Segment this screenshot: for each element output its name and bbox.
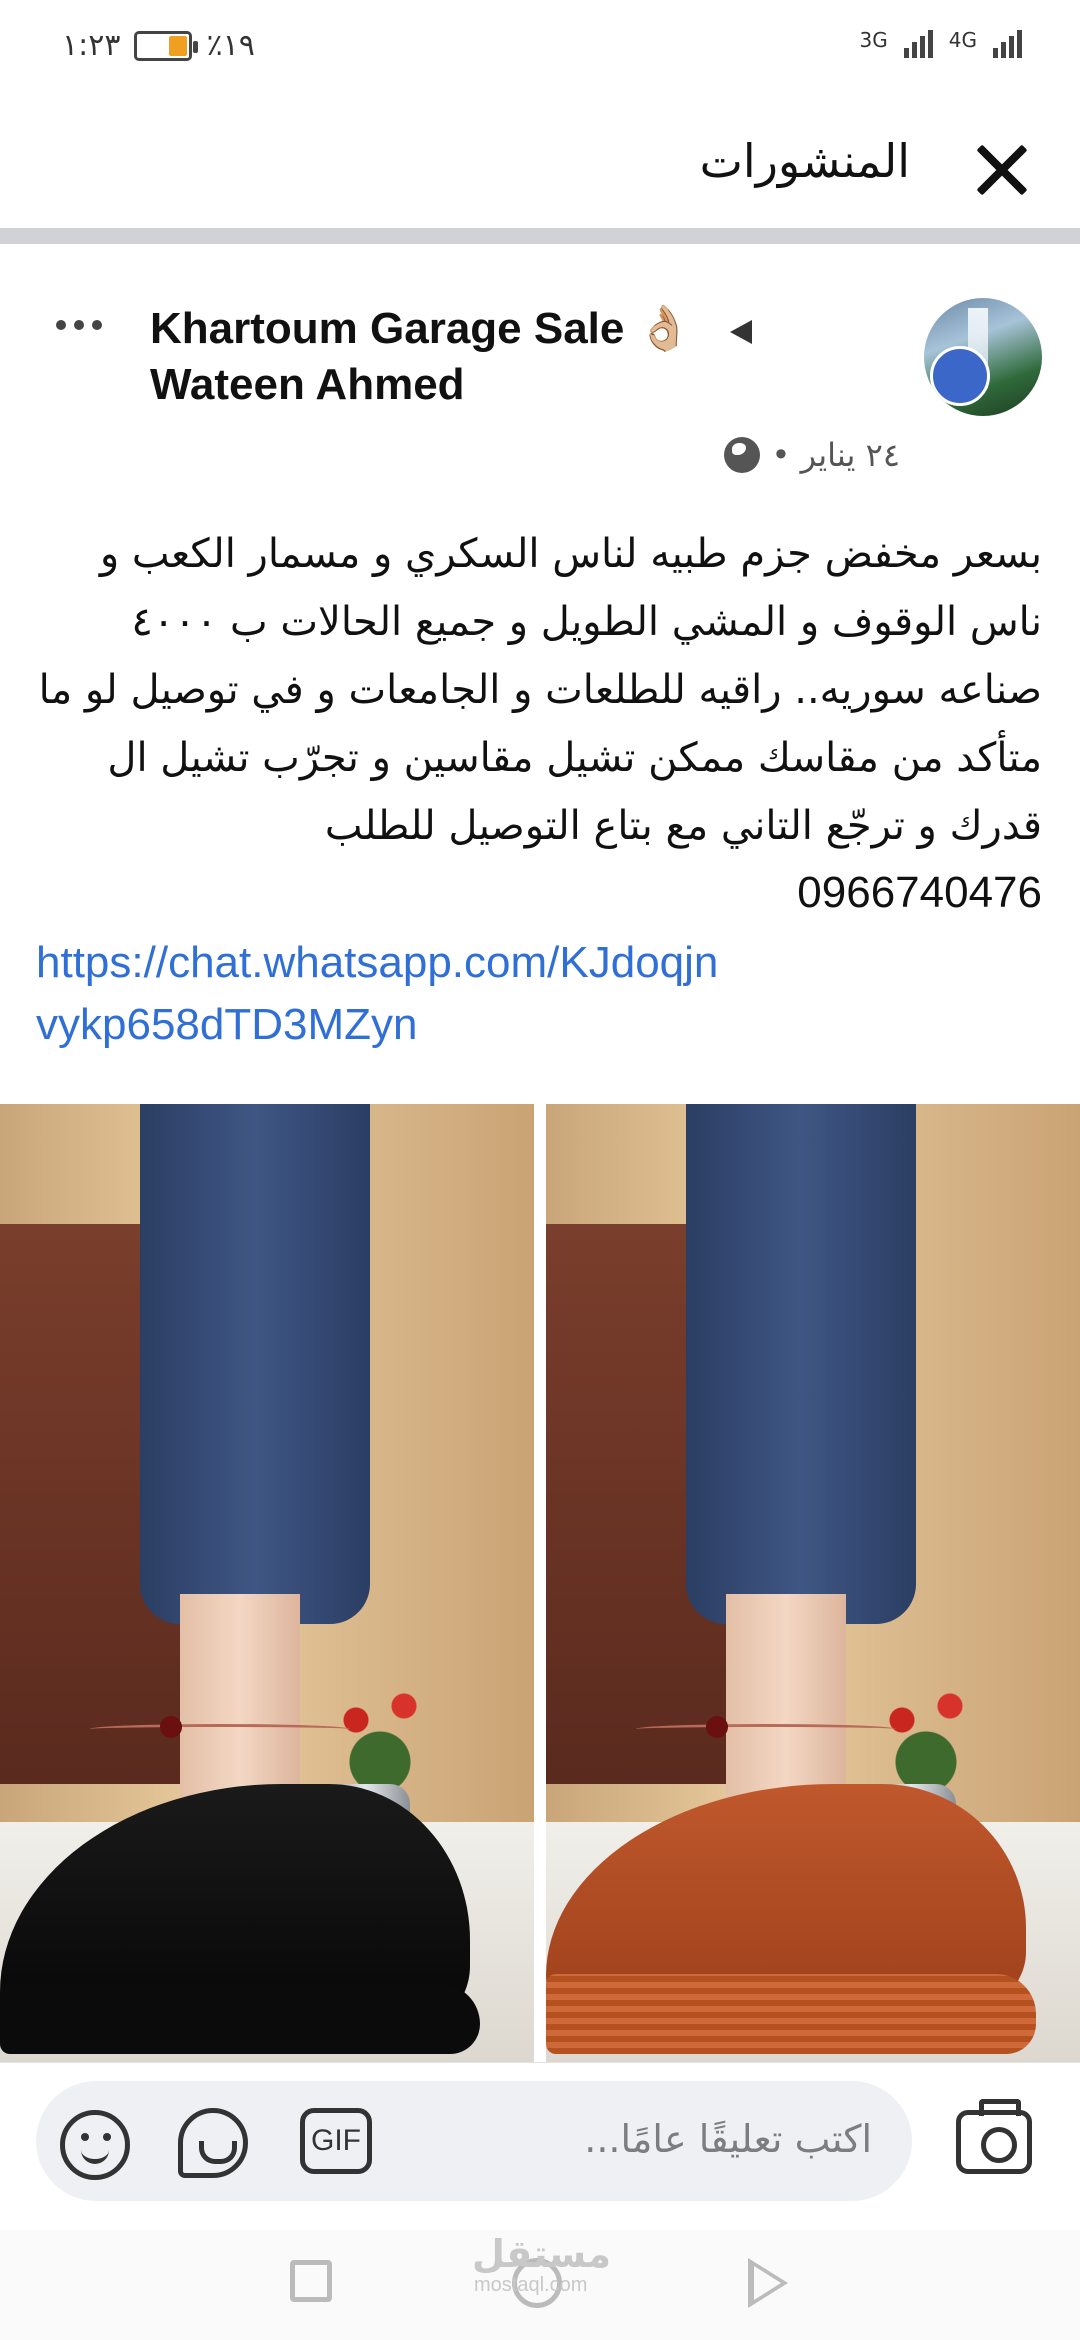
comment-input-container[interactable]: اكتب تعليقًا عامًا... [36, 2081, 912, 2201]
comment-bar: اكتب تعليقًا عامًا... [0, 2062, 1080, 2230]
back-button[interactable] [748, 2258, 788, 2308]
more-options-icon[interactable] [56, 320, 102, 330]
recent-apps-button[interactable] [290, 2260, 332, 2302]
caret-left-icon [730, 320, 752, 344]
status-left: ١:٢٣ ٪١٩ [62, 28, 255, 63]
status-bar: ١:٢٣ ٪١٩ 3G 4G [0, 0, 1080, 92]
network-4g: 4G [948, 28, 977, 52]
close-icon[interactable] [972, 142, 1028, 198]
post-phone[interactable]: 0966740476 [797, 868, 1042, 918]
gif-icon[interactable]: GIF [300, 2108, 372, 2174]
post-photo-orange-shoe[interactable] [546, 1104, 1080, 2062]
sticker-icon[interactable] [178, 2108, 248, 2178]
clock: ١:٢٣ [62, 28, 121, 63]
page-title: المنشورات [699, 134, 910, 188]
post-text: بسعر مخفض جزم طبيه لناس السكري و مسمار ا… [38, 531, 1042, 849]
globe-icon [723, 437, 760, 473]
group-name[interactable]: Khartoum Garage Sale 👌🏼 [150, 302, 691, 354]
watermark-sub: mostaql.com [474, 2274, 588, 2296]
post-date[interactable]: ٢٤ يناير • [772, 436, 900, 474]
post-link[interactable]: https://chat.whatsapp.com/KJdoqjnvykp658… [36, 932, 736, 1056]
camera-icon[interactable] [956, 2099, 1032, 2174]
comment-input[interactable]: اكتب تعليقًا عامًا... [584, 2117, 872, 2161]
avatar[interactable] [924, 298, 1042, 416]
battery-icon [134, 30, 199, 61]
post-meta: ٢٤ يناير • [723, 436, 900, 474]
emoji-icon[interactable] [60, 2110, 130, 2180]
author-name[interactable]: Wateen Ahmed [150, 360, 465, 410]
signal-icon [903, 22, 933, 58]
top-header: المنشورات [0, 92, 1080, 244]
post-photo-black-shoe[interactable] [0, 1104, 534, 2062]
status-right: 3G 4G [860, 22, 1022, 58]
signal-icon-2 [993, 22, 1022, 58]
battery-percent: ٪١٩ [206, 28, 255, 63]
network-3g: 3G [859, 28, 888, 52]
watermark: مستقل [472, 2232, 611, 2276]
